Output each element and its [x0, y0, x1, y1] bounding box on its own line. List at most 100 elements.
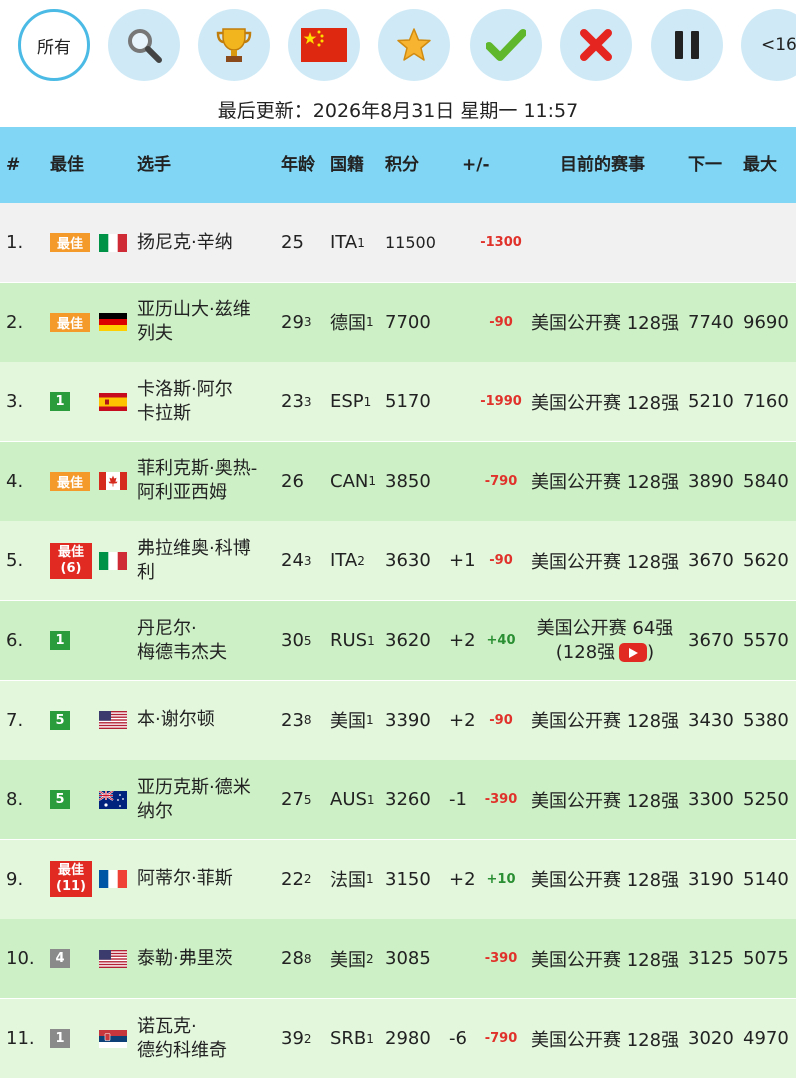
rank: 2.	[6, 311, 24, 333]
flag-cell	[99, 521, 127, 600]
player-name[interactable]: 泰勒·弗里茨	[137, 919, 277, 998]
points-change: +10	[486, 871, 516, 887]
star-filter-button[interactable]	[378, 9, 450, 81]
player-name[interactable]: 丹尼尔· 梅德韦杰夫	[137, 601, 277, 680]
max-points: 4970	[743, 1028, 789, 1049]
points: 3260	[385, 789, 431, 811]
table-row[interactable]: 4. 最佳 菲利克斯·奥热- 阿利亚西姆 26 CAN 1 3850 -790 美国…	[0, 441, 796, 521]
rank-move: +1	[449, 550, 476, 572]
header-event[interactable]: 目前的赛事	[560, 127, 645, 203]
table-row[interactable]: 8. 5 亚历克斯·德米 纳尔 27 5 AUS 1 3260 -1 -390 美国公…	[0, 760, 796, 840]
table-row[interactable]: 2. 最佳 亚历山大·兹维 列夫 29 3 德国 1 7700 -90 美国公开赛 1…	[0, 282, 796, 362]
best-rank-badge: 4	[50, 949, 70, 969]
header-points[interactable]: 积分	[385, 127, 419, 203]
player-name[interactable]: 亚历山大·兹维 列夫	[137, 283, 277, 362]
china-filter-button[interactable]	[288, 9, 360, 81]
points: 5170	[385, 391, 431, 413]
all-filter-label: 所有	[37, 37, 71, 58]
pause-icon	[675, 31, 699, 59]
table-row[interactable]: 10. 4 泰勒·弗里茨 28 8 美国 2 3085 -390 美国公开赛 128…	[0, 919, 796, 999]
rank-move: +2	[449, 868, 476, 890]
next-points: 3890	[688, 470, 734, 492]
best-cell: 5	[50, 760, 70, 839]
points-change: -90	[489, 314, 513, 330]
next-points: 3020	[688, 1028, 734, 1049]
header-country[interactable]: 国籍	[330, 127, 364, 203]
next-points: 3430	[688, 709, 734, 731]
table-row[interactable]: 5. 最佳 (6) 弗拉维奥·科博利 24 3 ITA 2 3630 +1 -90 美…	[0, 521, 796, 601]
points-change: -390	[484, 792, 518, 808]
current-event: 美国公开赛 128强	[531, 711, 680, 733]
country: 美国 1	[330, 711, 374, 733]
header-player[interactable]: 选手	[137, 127, 171, 203]
max-points: 5840	[743, 470, 789, 492]
points-change: -790	[484, 1031, 518, 1046]
filter-bar: 所有 <16	[0, 0, 796, 92]
best-cell: 最佳	[50, 283, 90, 362]
current-event: 美国公开赛 128强	[531, 870, 680, 892]
best-cell: 最佳 (11)	[50, 840, 92, 919]
pause-filter-button[interactable]	[651, 9, 723, 81]
flag-cell	[99, 681, 127, 760]
table-row[interactable]: 11. 1 诺瓦克· 德约科维奇 39 2 SRB 1 2980 -6 -790 美国…	[0, 999, 796, 1078]
flag-cell	[99, 840, 127, 919]
next-points: 3190	[688, 868, 734, 890]
points-change: -790	[484, 473, 518, 489]
search-filter-button[interactable]	[108, 9, 180, 81]
check-filter-button[interactable]	[470, 9, 542, 81]
max-points: 5075	[743, 948, 789, 970]
spain-flag-icon	[99, 392, 127, 411]
table-header: # 最佳 选手 年龄 国籍 积分 +/- 目前的赛事 下一 最大	[0, 127, 796, 203]
age: 22 2	[281, 868, 312, 890]
under16-filter-label: <16	[761, 35, 796, 55]
current-event: 美国公开赛 128强	[531, 313, 680, 335]
header-plusminus[interactable]: +/-	[462, 127, 490, 203]
table-row[interactable]: 3. 1 卡洛斯·阿尔 卡拉斯 23 3 ESP 1 5170 -1990 美国公开赛…	[0, 362, 796, 442]
player-name[interactable]: 诺瓦克· 德约科维奇	[137, 999, 277, 1078]
points-change: -90	[489, 553, 513, 569]
header-age[interactable]: 年龄	[281, 127, 315, 203]
table-row[interactable]: 9. 最佳 (11) 阿蒂尔·菲斯 22 2 法国 1 3150 +2 +10 美国公…	[0, 839, 796, 919]
table-row[interactable]: 1. 最佳 扬尼克·辛纳 25 ITA 1 11500 -1300	[0, 203, 796, 282]
flag-cell	[99, 203, 127, 282]
header-next[interactable]: 下一	[688, 127, 722, 203]
search-icon	[128, 29, 162, 63]
current-event: 美国公开赛 128强	[531, 551, 680, 573]
player-name[interactable]: 菲利克斯·奥热- 阿利亚西姆	[137, 442, 277, 521]
table-row[interactable]: 7. 5 本·谢尔顿 23 8 美国 1 3390 +2 -90 美国公开赛 128…	[0, 680, 796, 760]
cross-filter-button[interactable]	[560, 9, 632, 81]
header-rank[interactable]: #	[6, 127, 20, 203]
all-filter-button[interactable]: 所有	[18, 9, 90, 81]
check-icon	[486, 29, 526, 61]
flag-cell	[99, 760, 127, 839]
table-row[interactable]: 6. 1 丹尼尔· 梅德韦杰夫 30 5 RUS 1 3620 +2 +40 美国公开…	[0, 601, 796, 680]
rank-move: +2	[449, 709, 476, 731]
max-points: 5140	[743, 868, 789, 890]
last-updated-text: 最后更新：2026年8月31日 星期一 11:57	[217, 100, 579, 122]
header-best[interactable]: 最佳	[50, 127, 84, 203]
max-points: 9690	[743, 311, 789, 333]
best-rank-badge: 最佳 (6)	[50, 542, 92, 579]
best-rank-badge: 最佳	[50, 233, 90, 252]
trophy-filter-button[interactable]	[198, 9, 270, 81]
best-rank-badge: 最佳 (11)	[50, 861, 92, 898]
player-name[interactable]: 卡洛斯·阿尔 卡拉斯	[137, 362, 277, 441]
youtube-icon[interactable]	[619, 643, 648, 662]
country: 法国 1	[330, 870, 374, 892]
trophy-icon	[216, 28, 252, 62]
country: AUS 1	[330, 789, 375, 811]
player-name[interactable]: 扬尼克·辛纳	[137, 203, 277, 282]
usa-flag-icon	[99, 949, 127, 968]
serbia-flag-icon	[99, 1029, 127, 1048]
italy-flag-icon	[99, 233, 127, 252]
header-max[interactable]: 最大	[743, 127, 777, 203]
player-name[interactable]: 阿蒂尔·菲斯	[137, 840, 277, 919]
best-rank-badge: 1	[50, 631, 70, 650]
player-name[interactable]: 亚历克斯·德米 纳尔	[137, 760, 277, 839]
points-change: -1300	[480, 235, 522, 250]
player-name[interactable]: 本·谢尔顿	[137, 681, 277, 760]
rank-move: +2	[449, 630, 476, 651]
under16-filter-button[interactable]: <16	[741, 9, 796, 81]
player-name[interactable]: 弗拉维奥·科博利	[137, 521, 277, 600]
best-rank-badge: 5	[50, 790, 70, 810]
